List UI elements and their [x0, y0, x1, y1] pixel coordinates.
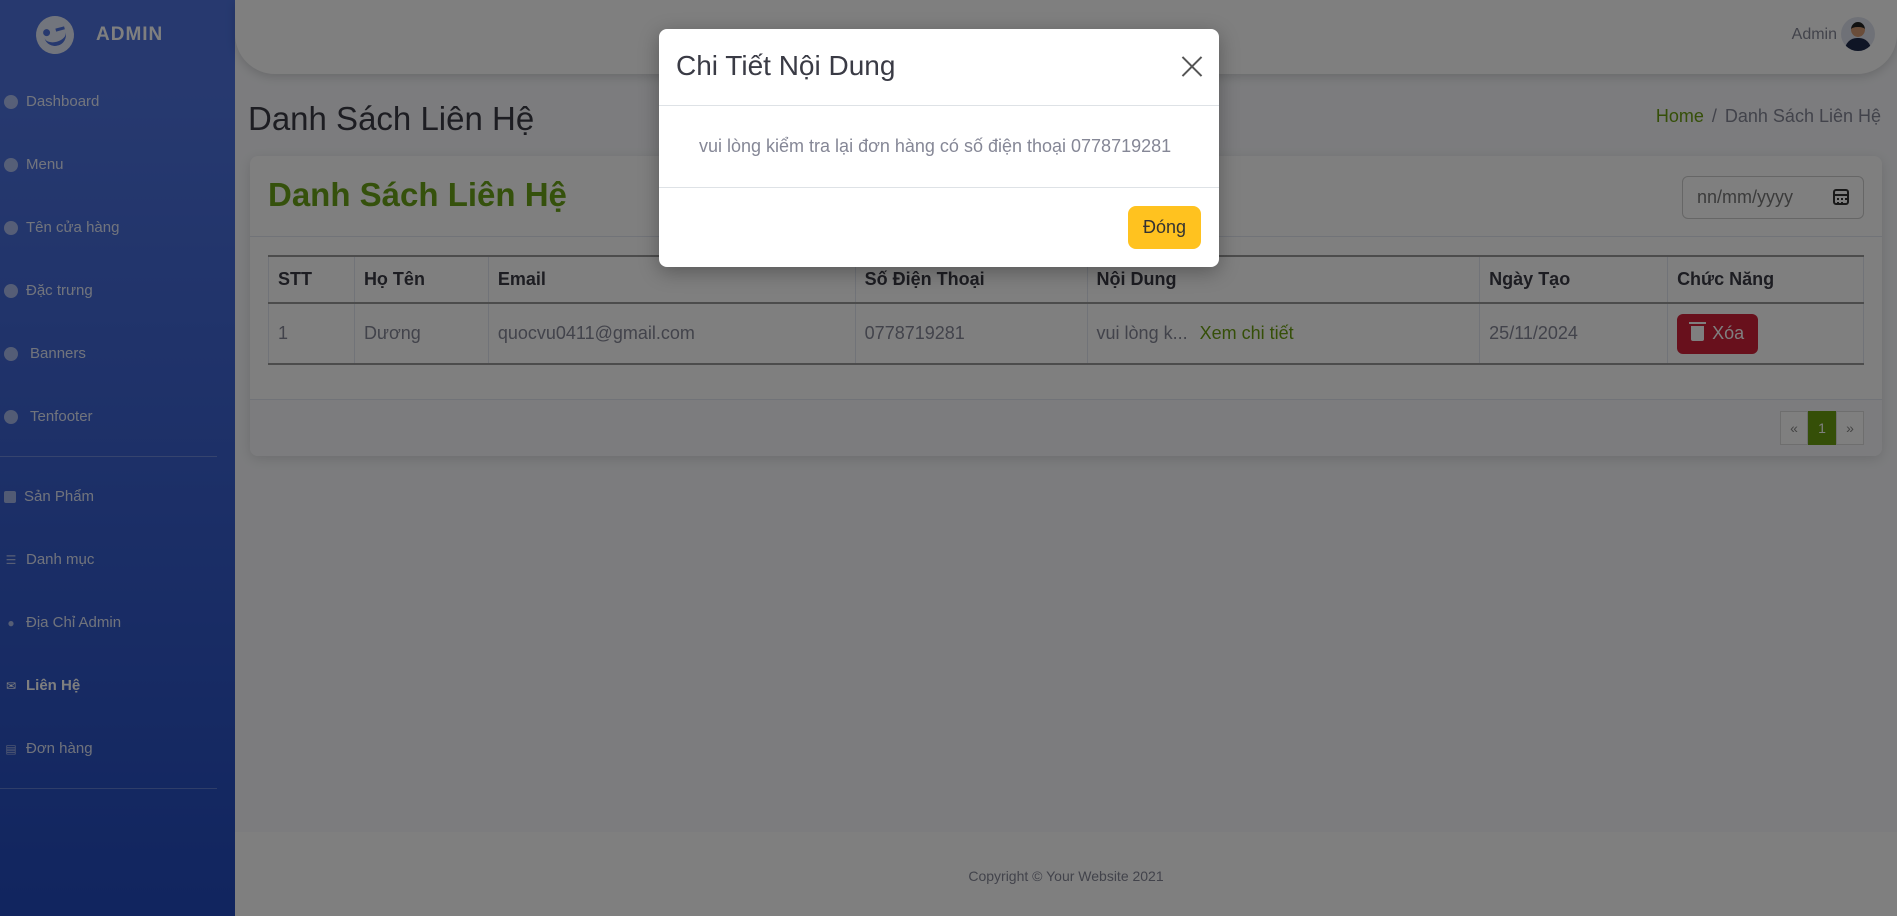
close-icon[interactable] [1181, 55, 1203, 77]
close-button[interactable]: Đóng [1127, 206, 1201, 249]
modal-body: vui lòng kiểm tra lại đơn hàng có số điệ… [659, 106, 1219, 188]
modal-footer: Đóng [659, 188, 1219, 266]
modal-title: Chi Tiết Nội Dung [676, 50, 896, 81]
modal-header: Chi Tiết Nội Dung [659, 29, 1219, 106]
content-detail-modal: Chi Tiết Nội Dung vui lòng kiểm tra lại … [659, 29, 1219, 267]
